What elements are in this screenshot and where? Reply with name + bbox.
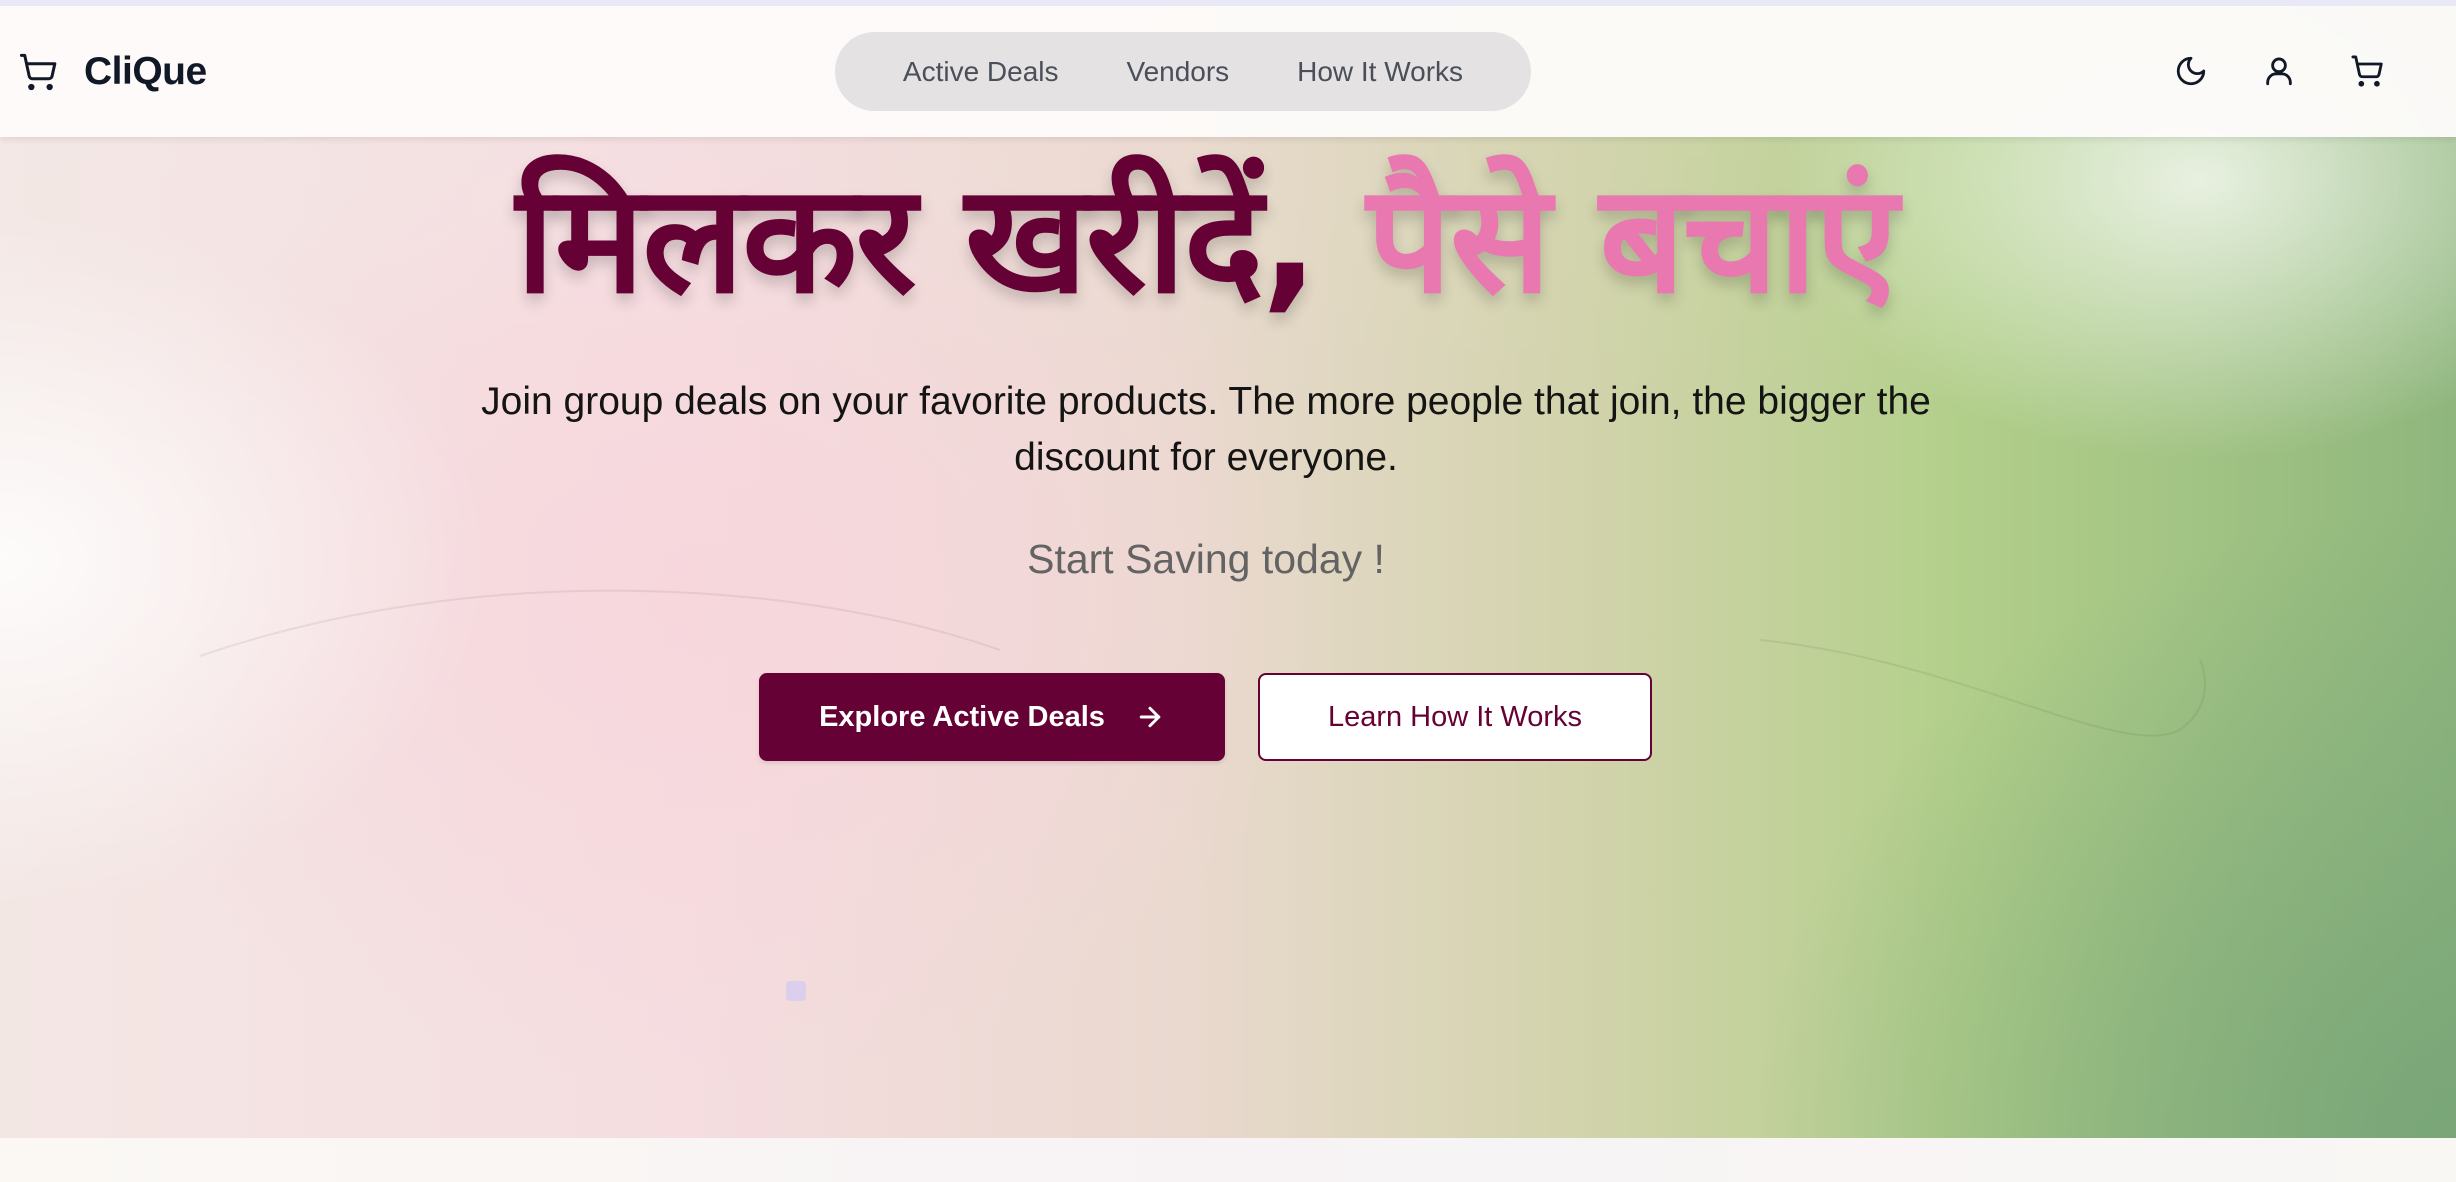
explore-active-deals-button[interactable]: Explore Active Deals [759, 673, 1225, 761]
brand-name: CliQue [84, 50, 207, 93]
explore-active-deals-label: Explore Active Deals [819, 700, 1105, 733]
nav-link-vendors[interactable]: Vendors [1126, 56, 1229, 88]
hero-title-part1: मिलकर खरीदें, [515, 153, 1319, 327]
hero-subtitle: Join group deals on your favorite produc… [481, 380, 1931, 479]
cart-icon[interactable] [2350, 54, 2384, 88]
hero-title: मिलकर खरीदें, पैसे बचाएं [0, 140, 2412, 340]
top-border [0, 0, 2456, 6]
hero-title-part2: पैसे बचाएं [1366, 153, 1899, 327]
shopping-cart-icon [19, 53, 57, 91]
learn-how-it-works-button[interactable]: Learn How It Works [1258, 673, 1652, 761]
navbar: CliQue Active Deals Vendors How It Works [0, 6, 2456, 137]
decorative-dot [786, 981, 806, 1001]
arrow-right-icon [1139, 706, 1161, 728]
learn-how-it-works-label: Learn How It Works [1327, 700, 1583, 733]
next-section-strip [0, 1138, 2456, 1182]
nav-link-active-deals[interactable]: Active Deals [903, 56, 1059, 88]
main-nav: Active Deals Vendors How It Works [835, 32, 1531, 111]
nav-link-how-it-works[interactable]: How It Works [1297, 56, 1463, 88]
moon-icon[interactable] [2174, 54, 2208, 88]
user-icon[interactable] [2262, 54, 2296, 88]
hero-tagline: Start Saving today ! [1027, 536, 1385, 582]
brand-logo[interactable]: CliQue [18, 48, 207, 96]
